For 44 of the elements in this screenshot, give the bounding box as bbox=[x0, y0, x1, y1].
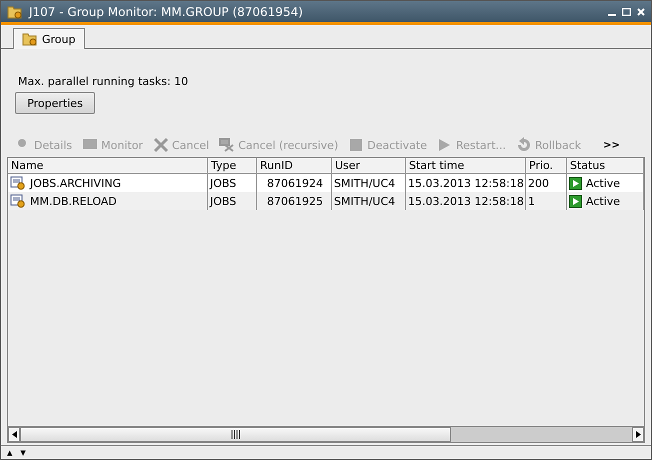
left-arrow-icon bbox=[12, 431, 16, 438]
cross-icon bbox=[152, 137, 169, 153]
cross-icon bbox=[219, 137, 236, 153]
window-title: J107 - Group Monitor: MM.GROUP (87061954) bbox=[29, 4, 304, 18]
column-header[interactable]: Name bbox=[8, 158, 208, 174]
table-cell: Active bbox=[567, 192, 644, 210]
table-cell: 87061925 bbox=[257, 192, 332, 210]
table-cell: 87061924 bbox=[257, 174, 332, 192]
close-icon[interactable] bbox=[637, 8, 645, 16]
table-cell: Active bbox=[567, 174, 644, 192]
scroll-right-button[interactable] bbox=[632, 427, 644, 442]
info-text: Max. parallel running tasks: 10 bbox=[18, 75, 188, 88]
tab[interactable]: Group bbox=[13, 28, 84, 49]
table-cell: 200 bbox=[526, 174, 567, 192]
table-cell: 15.03.2013 12:58:18 bbox=[406, 192, 526, 210]
table-cell: SMITH/UC4 bbox=[332, 192, 406, 210]
grip-icon bbox=[231, 430, 240, 439]
column-header[interactable]: Prio. bbox=[526, 158, 567, 174]
column-header[interactable]: User bbox=[332, 158, 406, 174]
undo-icon bbox=[516, 137, 532, 153]
folder-gear-icon bbox=[22, 32, 38, 46]
column-header[interactable]: Start time bbox=[406, 158, 526, 174]
column-header[interactable]: Type bbox=[208, 158, 257, 174]
table-cell: 15.03.2013 12:58:18 bbox=[406, 174, 526, 192]
properties-button[interactable]: Properties bbox=[15, 92, 95, 114]
more-button[interactable]: >> bbox=[597, 138, 626, 152]
table-cell: JOBS bbox=[208, 174, 257, 192]
job-gear-icon bbox=[10, 194, 26, 208]
play-icon bbox=[569, 176, 582, 190]
table-cell: JOBS bbox=[208, 192, 257, 210]
column-header[interactable]: Status bbox=[567, 158, 644, 174]
table-cell: MM.DB.RELOAD bbox=[8, 192, 208, 210]
job-gear-icon bbox=[10, 176, 26, 190]
table-cell: SMITH/UC4 bbox=[332, 174, 406, 192]
maximize-icon[interactable] bbox=[622, 8, 631, 16]
play-icon bbox=[569, 194, 582, 208]
table-cell: 1 bbox=[526, 192, 567, 210]
scroll-thumb[interactable] bbox=[20, 427, 451, 442]
scroll-left-button[interactable] bbox=[8, 427, 20, 442]
table-cell: JOBS.ARCHIVING bbox=[8, 174, 208, 192]
stop-icon bbox=[348, 137, 364, 153]
folder-gear-icon bbox=[7, 4, 23, 18]
column-header[interactable]: RunID bbox=[257, 158, 332, 174]
right-arrow-icon bbox=[636, 431, 640, 438]
